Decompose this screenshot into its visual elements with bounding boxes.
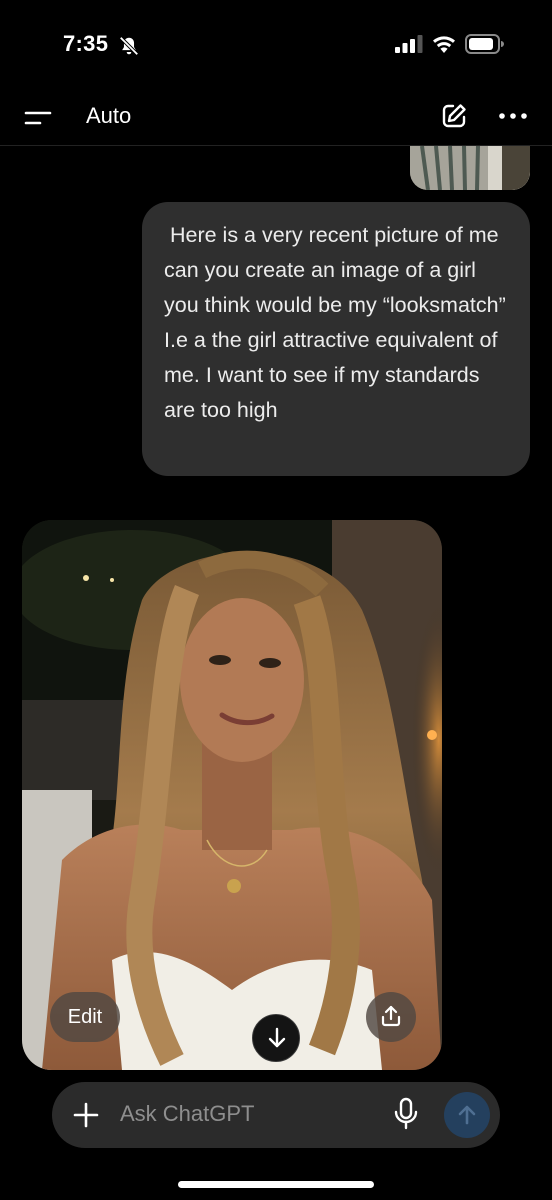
share-icon xyxy=(381,1005,401,1027)
battery-icon xyxy=(465,34,504,54)
status-bar: 7:35 xyxy=(0,0,552,92)
bell-slash-icon xyxy=(119,36,139,56)
user-message-text: Here is a very recent picture of me can … xyxy=(164,223,512,422)
generated-portrait-photo xyxy=(22,520,442,1070)
download-button[interactable] xyxy=(252,1014,300,1062)
edit-image-button[interactable]: Edit xyxy=(50,992,120,1042)
home-indicator xyxy=(178,1181,374,1188)
generated-image[interactable] xyxy=(22,520,442,1070)
share-button[interactable] xyxy=(366,992,416,1042)
send-button[interactable] xyxy=(444,1092,490,1138)
signal-icon xyxy=(395,35,423,53)
download-icon xyxy=(268,1027,286,1048)
model-selector[interactable]: Auto xyxy=(86,103,131,129)
plus-icon[interactable] xyxy=(73,1102,99,1128)
striped-shirt-photo xyxy=(410,146,530,190)
status-time: 7:35 xyxy=(63,31,109,56)
menu-icon[interactable] xyxy=(24,106,52,128)
message-input[interactable] xyxy=(120,1098,370,1130)
more-icon[interactable] xyxy=(496,102,530,130)
compose-icon[interactable] xyxy=(440,102,468,130)
sent-photo-thumbnail[interactable] xyxy=(410,146,530,190)
microphone-icon[interactable] xyxy=(393,1097,419,1131)
wifi-icon xyxy=(433,36,455,53)
send-arrow-icon xyxy=(458,1105,476,1125)
top-app-bar: Auto xyxy=(0,92,552,146)
